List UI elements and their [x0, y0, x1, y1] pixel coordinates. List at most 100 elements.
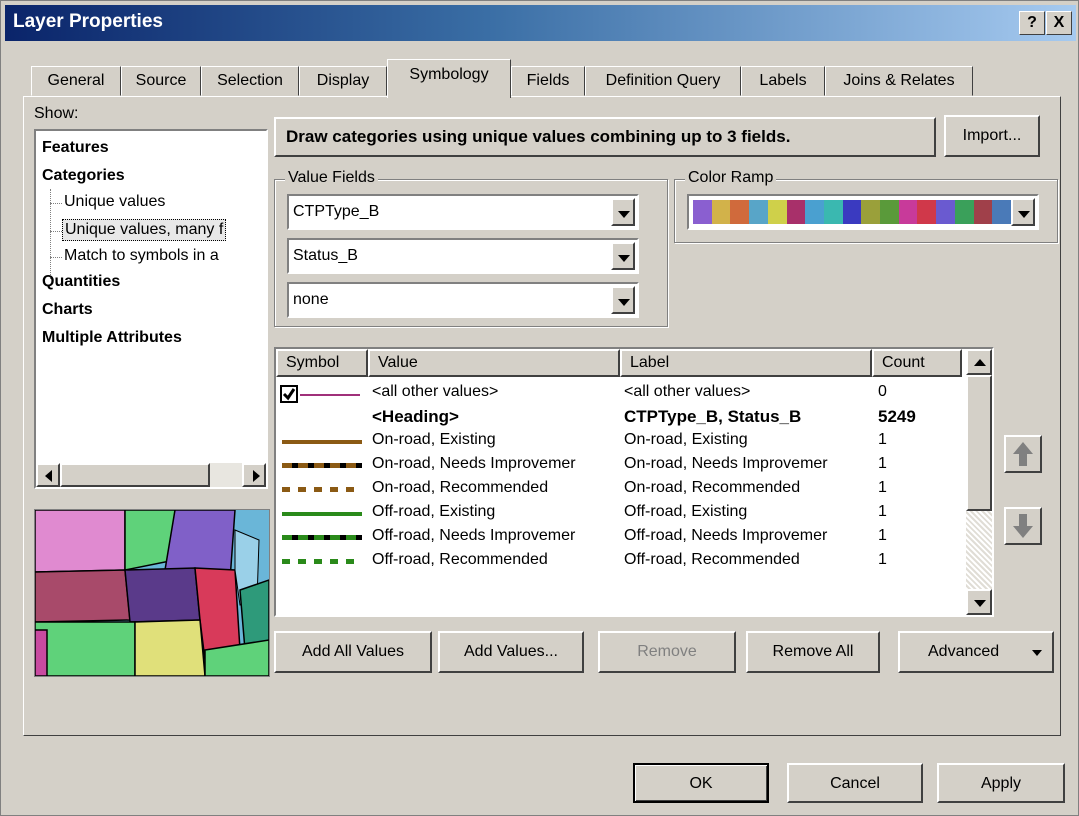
table-row[interactable]: On-road, Existing On-road, Existing 1 — [276, 431, 956, 454]
scroll-right-button[interactable] — [242, 463, 266, 487]
color-swatch — [842, 200, 862, 224]
table-vscrollbar[interactable] — [966, 349, 992, 615]
tab-selection[interactable]: Selection — [201, 66, 299, 96]
symbol-line — [300, 394, 360, 396]
show-tree[interactable]: Features Categories Unique values Unique… — [34, 129, 268, 489]
add-values-button[interactable]: Add Values... — [438, 631, 584, 673]
move-down-button[interactable] — [1004, 507, 1042, 545]
states-map — [35, 510, 269, 676]
value-fields-label: Value Fields — [285, 169, 378, 187]
move-up-button[interactable] — [1004, 435, 1042, 473]
table-row[interactable]: <all other values> <all other values> 0 — [276, 383, 956, 406]
tree-charts[interactable]: Charts — [42, 301, 93, 319]
symbology-panel: Show: Features Categories Unique values … — [23, 96, 1061, 736]
row-label: Off-road, Existing — [624, 503, 748, 520]
color-swatch — [749, 200, 768, 224]
chevron-down-icon[interactable] — [611, 286, 635, 314]
tab-source[interactable]: Source — [121, 66, 201, 96]
tab-fields[interactable]: Fields — [511, 66, 585, 96]
chevron-down-icon[interactable] — [611, 198, 635, 226]
help-button[interactable]: ? — [1019, 11, 1045, 35]
symbol-line — [282, 440, 362, 444]
value-field-1-select[interactable]: CTPType_B — [287, 194, 639, 230]
tree-multiple-attributes[interactable]: Multiple Attributes — [42, 329, 182, 347]
scroll-up-button[interactable] — [966, 349, 992, 375]
table-row[interactable]: <Heading> CTPType_B, Status_B 5249 — [276, 407, 956, 430]
row-value: On-road, Needs Improvemer — [372, 455, 576, 472]
value-field-3-select[interactable]: none — [287, 282, 639, 318]
tab-joins-relates[interactable]: Joins & Relates — [825, 66, 973, 96]
row-value: On-road, Existing — [372, 431, 496, 448]
tab-definition-query[interactable]: Definition Query — [585, 66, 741, 96]
tab-display[interactable]: Display — [299, 66, 387, 96]
row-label: On-road, Needs Improvemer — [624, 455, 828, 472]
color-swatch — [898, 200, 918, 224]
value-field-3-text: none — [293, 291, 329, 308]
color-swatch — [973, 200, 993, 224]
tree-branch — [50, 257, 62, 258]
color-swatch — [823, 200, 843, 224]
scroll-down-button[interactable] — [966, 589, 992, 615]
symbol-line — [282, 559, 362, 564]
scroll-thumb[interactable] — [60, 463, 210, 487]
value-field-1-text: CTPType_B — [293, 203, 380, 220]
color-swatch — [693, 200, 712, 224]
symbol-line — [282, 512, 362, 516]
color-swatch — [767, 200, 787, 224]
table-row[interactable]: Off-road, Existing Off-road, Existing 1 — [276, 503, 956, 526]
apply-button[interactable]: Apply — [937, 763, 1065, 803]
tree-unique-values-many[interactable]: Unique values, many f — [62, 219, 227, 241]
tree-hscrollbar[interactable] — [36, 463, 266, 487]
tree-categories[interactable]: Categories — [42, 167, 125, 185]
title-bar[interactable]: Layer Properties ? X — [5, 5, 1076, 41]
remove-all-button[interactable]: Remove All — [746, 631, 880, 673]
layer-properties-dialog: Layer Properties ? X General Source Sele… — [0, 0, 1079, 816]
checkmark-icon[interactable] — [280, 385, 298, 403]
row-value: Off-road, Existing — [372, 503, 496, 520]
cancel-button[interactable]: Cancel — [787, 763, 923, 803]
symbol-table[interactable]: Symbol Value Label Count <all other valu… — [274, 347, 994, 617]
tab-labels[interactable]: Labels — [741, 66, 825, 96]
scroll-thumb[interactable] — [966, 375, 992, 511]
header-label[interactable]: Label — [620, 349, 872, 377]
color-swatch — [880, 200, 899, 224]
tree-unique-values[interactable]: Unique values — [64, 193, 165, 211]
description-text: Draw categories using unique values comb… — [286, 127, 791, 146]
color-ramp-select[interactable] — [687, 194, 1039, 230]
color-swatch — [730, 200, 750, 224]
row-count: 1 — [878, 479, 887, 496]
remove-button[interactable]: Remove — [598, 631, 736, 673]
color-swatch — [711, 200, 731, 224]
table-row[interactable]: On-road, Recommended On-road, Recommende… — [276, 479, 956, 502]
tree-branch — [50, 231, 62, 232]
window-title: Layer Properties — [13, 11, 163, 32]
row-count: 1 — [878, 431, 887, 448]
ok-button[interactable]: OK — [633, 763, 769, 803]
tree-match-symbols[interactable]: Match to symbols in a — [64, 247, 219, 265]
symbol-line — [282, 463, 362, 468]
table-row[interactable]: Off-road, Needs Improvemer Off-road, Nee… — [276, 527, 956, 550]
chevron-down-icon[interactable] — [611, 242, 635, 270]
value-field-2-text: Status_B — [293, 247, 358, 264]
down-arrow-icon — [1013, 514, 1033, 538]
import-button[interactable]: Import... — [944, 115, 1040, 157]
header-symbol[interactable]: Symbol — [276, 349, 368, 377]
table-row[interactable]: On-road, Needs Improvemer On-road, Needs… — [276, 455, 956, 478]
tree-quantities[interactable]: Quantities — [42, 273, 120, 291]
chevron-down-icon[interactable] — [1011, 198, 1035, 226]
header-count[interactable]: Count — [872, 349, 962, 377]
header-value[interactable]: Value — [368, 349, 620, 377]
tab-general[interactable]: General — [31, 66, 121, 96]
tab-symbology[interactable]: Symbology — [387, 59, 511, 98]
row-label: CTPType_B, Status_B — [624, 407, 802, 426]
row-count: 1 — [878, 527, 887, 544]
advanced-button[interactable]: Advanced — [898, 631, 1054, 673]
scroll-left-button[interactable] — [36, 463, 60, 487]
color-swatch — [917, 200, 937, 224]
tree-features[interactable]: Features — [42, 139, 109, 157]
row-count: 1 — [878, 455, 887, 472]
add-all-values-button[interactable]: Add All Values — [274, 631, 432, 673]
close-button[interactable]: X — [1046, 11, 1072, 35]
value-field-2-select[interactable]: Status_B — [287, 238, 639, 274]
table-row[interactable]: Off-road, Recommended Off-road, Recommen… — [276, 551, 956, 574]
